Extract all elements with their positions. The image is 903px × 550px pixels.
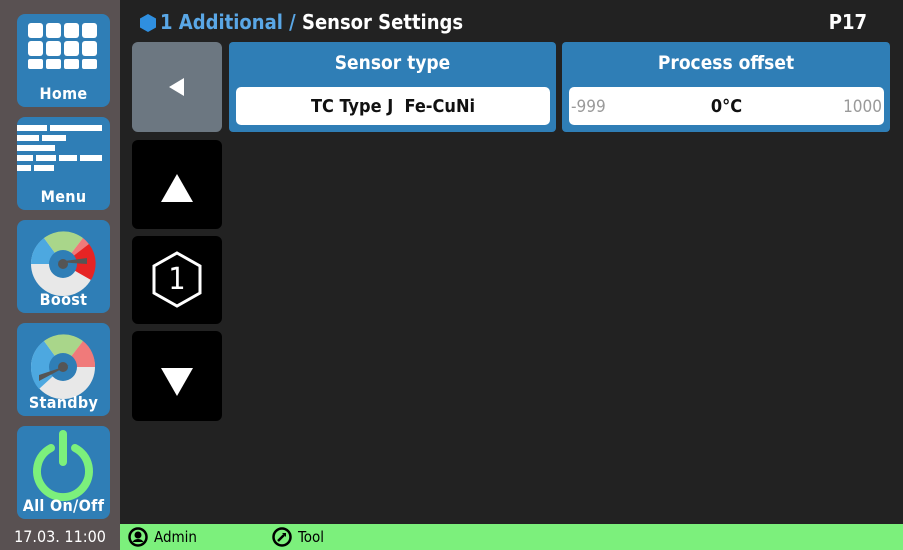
user-icon [128, 527, 148, 547]
scroll-down-button[interactable] [132, 331, 222, 421]
scroll-up-button[interactable] [132, 140, 222, 229]
user-name: Admin [154, 528, 197, 546]
process-offset-max: 1000 [843, 97, 882, 117]
breadcrumb: 1 Additional / Sensor Settings [160, 10, 463, 34]
page-title: Sensor Settings [301, 10, 464, 34]
tool-label: Tool [298, 528, 324, 546]
standby-label: Standby [28, 393, 99, 412]
breadcrumb-separator: / [289, 10, 296, 34]
arrow-up-icon [161, 174, 193, 202]
slot-selector-button[interactable]: 1 [132, 236, 222, 324]
user-status[interactable]: Admin [128, 524, 197, 550]
page-code: P17 [828, 10, 867, 34]
sensor-type-title: Sensor type [334, 52, 451, 74]
back-button[interactable] [132, 42, 222, 132]
breadcrumb-parent[interactable]: 1 Additional [160, 10, 283, 34]
status-strip: Admin Tool [120, 524, 903, 550]
hexagon-icon [140, 14, 156, 32]
slot-number: 1 [168, 262, 186, 297]
datetime: 17.03. 11:00 [0, 524, 120, 550]
sensor-type-select[interactable]: TC Type J Fe-CuNi [236, 87, 550, 125]
boost-label: Boost [39, 290, 88, 309]
boost-button[interactable]: Boost [17, 220, 110, 313]
sensor-type-value: TC Type J Fe-CuNi [310, 96, 476, 117]
process-offset-input[interactable]: -999 0°C 1000 [569, 87, 884, 125]
process-offset-card: Process offset -999 0°C 1000 [562, 42, 890, 132]
arrow-down-icon [161, 368, 193, 396]
tool-icon [272, 527, 292, 547]
home-label: Home [39, 84, 88, 103]
home-button[interactable]: Home [17, 14, 110, 107]
process-offset-value: 0°C [710, 96, 743, 117]
status-bar: 17.03. 11:00 Admin Tool [0, 524, 903, 550]
menu-label: Menu [40, 187, 87, 206]
all-on-off-button[interactable]: All On/Off [17, 426, 110, 519]
sensor-type-card: Sensor type TC Type J Fe-CuNi [229, 42, 556, 132]
arrow-left-icon [169, 78, 184, 96]
sidebar: Home Menu Boost Standby All On/Off [0, 0, 120, 524]
tool-status[interactable]: Tool [272, 524, 324, 550]
standby-button[interactable]: Standby [17, 323, 110, 416]
process-offset-title: Process offset [657, 52, 795, 74]
menu-button[interactable]: Menu [17, 117, 110, 210]
all-on-off-label: All On/Off [22, 496, 105, 515]
